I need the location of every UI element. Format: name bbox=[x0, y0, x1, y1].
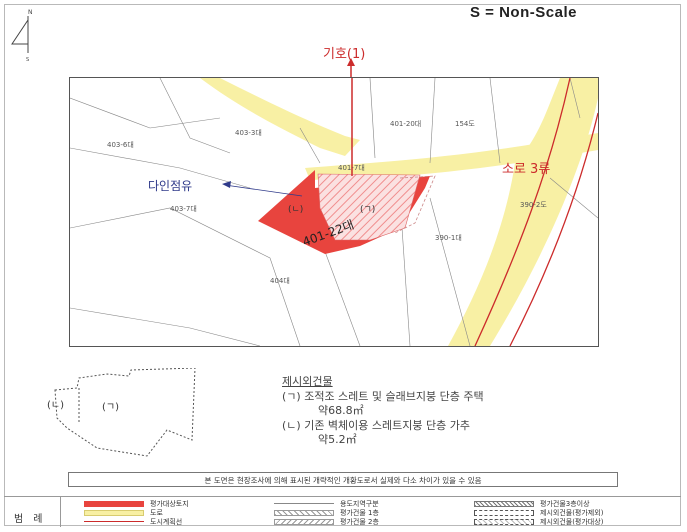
notes-line: (ㄱ) 조적조 스레트 및 슬래브지붕 단층 주택 bbox=[282, 389, 484, 403]
legend-swatch bbox=[474, 518, 534, 525]
building-label-g: (ㄱ) bbox=[360, 205, 376, 215]
map-graphics bbox=[70, 78, 598, 346]
parcel-label: 404대 bbox=[270, 277, 290, 285]
legend-item: 제시외건물(평가대상) bbox=[474, 517, 603, 526]
parcel-label: 390-2도 bbox=[520, 201, 547, 209]
road-callout-label: 소로 3류 bbox=[502, 162, 551, 177]
legend-swatch bbox=[274, 518, 334, 525]
legend-swatch bbox=[274, 509, 334, 516]
legend-label: 제시외건물(평가대상) bbox=[540, 517, 604, 526]
callout-top-label: 기호(1) bbox=[323, 47, 366, 62]
legend-divider bbox=[60, 497, 61, 527]
parcel-label: 401-7대 bbox=[338, 164, 365, 172]
legend-swatch bbox=[84, 509, 144, 516]
sketch-label-g: (ㄱ) bbox=[102, 402, 119, 413]
legend-swatch bbox=[474, 500, 534, 507]
building-sketch: (ㄴ) (ㄱ) bbox=[47, 368, 196, 457]
legend-title: 범례 bbox=[14, 514, 53, 525]
legend-swatch bbox=[84, 521, 144, 522]
south-letter: S bbox=[26, 57, 29, 62]
notes-line: 약5.2㎡ bbox=[318, 433, 357, 446]
sketch-label-n: (ㄴ) bbox=[47, 400, 64, 411]
notes-line: 약68.8㎡ bbox=[318, 404, 364, 417]
cadastral-map: 403-3대 403-6대 403-7대 401-20대 154도 390-2도… bbox=[69, 77, 599, 347]
legend-label: 도시계획선 bbox=[150, 517, 183, 526]
building-label-n: (ㄴ) bbox=[288, 205, 304, 215]
legend-swatch bbox=[84, 500, 144, 507]
scale-text: S = Non-Scale bbox=[470, 4, 577, 21]
legend-label: 평가건물 2층 bbox=[340, 517, 379, 526]
notes-line: (ㄴ) 기존 벽체이용 스레트지붕 단층 가추 bbox=[282, 418, 470, 432]
notes-title: 제시외건물 bbox=[282, 375, 333, 388]
legend-swatch bbox=[474, 509, 534, 516]
north-arrow-icon: N S bbox=[11, 9, 33, 62]
notes-block: 제시외건물 (ㄱ) 조적조 스레트 및 슬래브지붕 단층 주택 약68.8㎡ (… bbox=[282, 375, 484, 448]
legend: 범례 평가대상토지 도로 도시계획선 용도지역구분 평가건물 1층 평가건물 2… bbox=[4, 496, 681, 527]
parcel-label: 403-3대 bbox=[235, 129, 262, 137]
disclaimer: 본 도면은 현장조사에 의해 표시된 개략적인 개황도로서 실제와 다소 차이가… bbox=[68, 472, 618, 487]
parcel-label: 403-7대 bbox=[170, 205, 197, 213]
north-letter: N bbox=[28, 9, 33, 16]
parcel-label: 154도 bbox=[455, 120, 475, 128]
parcel-label: 390-1대 bbox=[435, 234, 462, 242]
legend-item: 평가건물 2층 bbox=[274, 517, 379, 526]
road-top bbox=[200, 78, 360, 156]
parcel-label: 401-20대 bbox=[390, 120, 422, 128]
shared-occupancy-label: 다인점유 bbox=[148, 179, 193, 193]
legend-item: 도시계획선 bbox=[84, 517, 182, 526]
legend-item: 평가대상토지 bbox=[84, 499, 189, 508]
parcel-label: 403-6대 bbox=[107, 141, 134, 149]
legend-swatch bbox=[274, 503, 334, 504]
